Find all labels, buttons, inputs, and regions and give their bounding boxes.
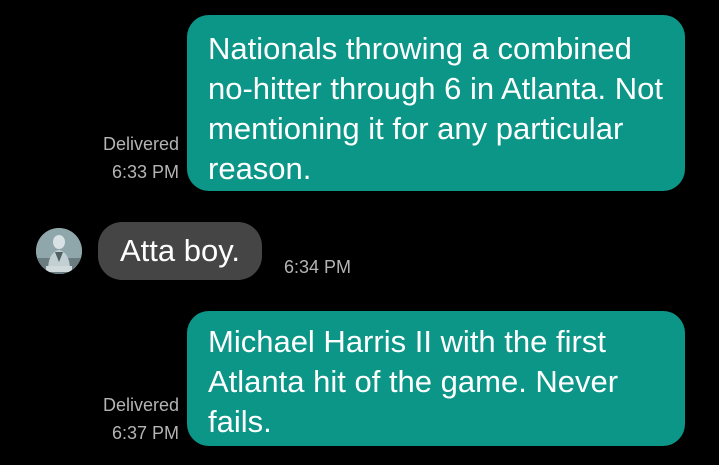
message-timestamp: 6:34 PM [284, 257, 352, 277]
outgoing-message-bubble[interactable]: Michael Harris II with the first Atlanta… [187, 311, 685, 446]
message-timestamp: 6:37 PM [111, 423, 179, 443]
person-photo-icon [36, 228, 82, 274]
message-meta: Delivered 6:33 PM [103, 130, 179, 186]
contact-avatar-icon[interactable] [36, 228, 82, 274]
message-timestamp: 6:33 PM [111, 162, 179, 182]
message-meta: Delivered 6:37 PM [103, 391, 179, 447]
outgoing-message-bubble[interactable]: Nationals throwing a combined no-hitter … [187, 15, 685, 191]
delivery-status: Delivered [102, 134, 179, 154]
delivery-status: Delivered [102, 395, 179, 415]
message-thread: Delivered 6:33 PM Nationals throwing a c… [0, 0, 719, 465]
incoming-message-bubble[interactable]: Atta boy. [98, 222, 263, 280]
